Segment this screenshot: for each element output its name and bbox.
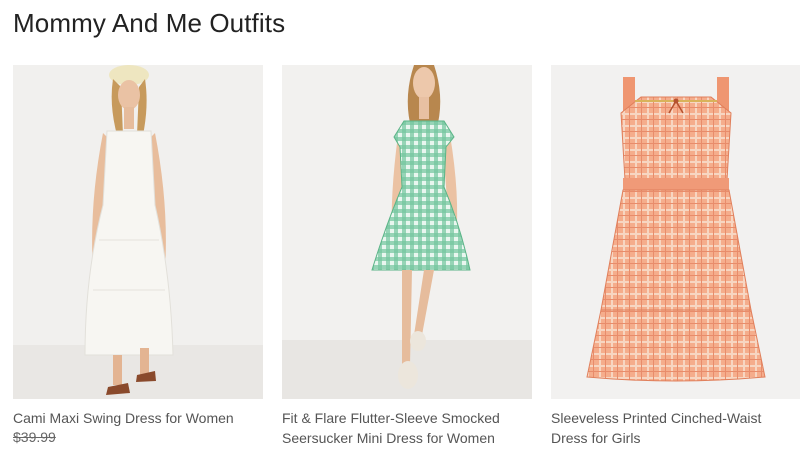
product-name-link[interactable]: Cami Maxi Swing Dress for Women	[13, 408, 263, 428]
product-grid: Cami Maxi Swing Dress for Women $39.99 F…	[13, 65, 800, 448]
dress-photo-icon	[282, 65, 532, 399]
product-card: Sleeveless Printed Cinched-Waist Dress f…	[551, 65, 800, 448]
product-card: Fit & Flare Flutter-Sleeve Smocked Seers…	[282, 65, 532, 448]
product-name-link[interactable]: Sleeveless Printed Cinched-Waist Dress f…	[551, 408, 800, 448]
section-title: Mommy And Me Outfits	[13, 8, 286, 38]
product-card: Cami Maxi Swing Dress for Women $39.99	[13, 65, 263, 448]
product-image-woman-green-gingham-dress[interactable]	[282, 65, 532, 399]
product-carousel-section: Mommy And Me Outfits Cami Maxi Swing Dre…	[0, 0, 800, 450]
product-original-price: $39.99	[13, 429, 56, 445]
product-image-girls-orange-plaid-dress[interactable]	[551, 65, 800, 399]
product-name-link[interactable]: Fit & Flare Flutter-Sleeve Smocked Seers…	[282, 408, 532, 448]
dress-photo-icon	[551, 65, 800, 399]
dress-photo-icon	[13, 65, 263, 399]
product-image-woman-white-maxi-dress[interactable]	[13, 65, 263, 399]
